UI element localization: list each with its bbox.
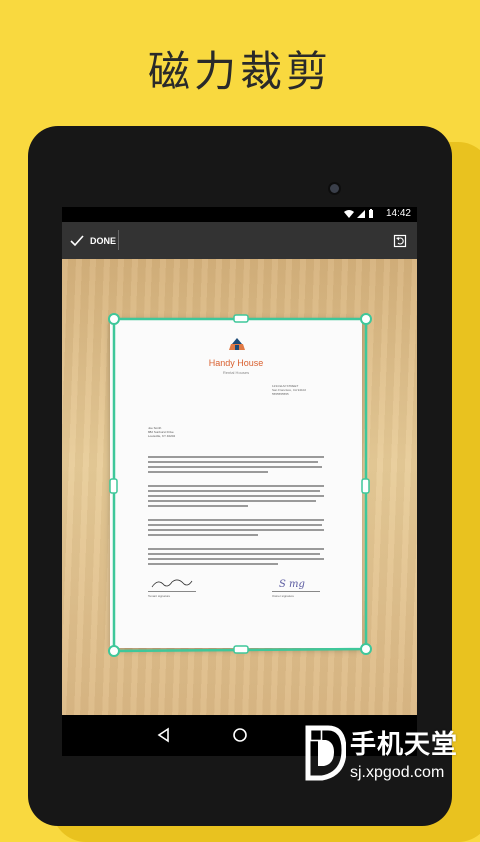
crop-outline [112, 317, 368, 653]
crop-edge-handle-top[interactable] [233, 314, 249, 323]
front-camera [328, 182, 341, 195]
crop-edge-handle-bottom[interactable] [233, 645, 249, 654]
nav-home-icon [233, 728, 247, 742]
crop-edge-handle-right[interactable] [361, 478, 370, 494]
status-icons [343, 209, 375, 222]
crop-edge-handle-left[interactable] [109, 478, 118, 494]
watermark-title: 手机天堂 [350, 730, 459, 760]
tablet-screen: 14:42 DONE Handy House Rental Houses 123… [62, 207, 417, 756]
crop-corner-handle-top-right[interactable] [360, 313, 372, 325]
done-label: DONE [90, 236, 117, 246]
watermark-url: sj.xpgod.com [350, 764, 445, 781]
rotate-button[interactable] [389, 230, 411, 252]
watermark: 手机天堂 sj.xpgod.com [300, 724, 470, 794]
wifi-battery-icon [344, 209, 373, 218]
crop-corner-handle-top-left[interactable] [108, 313, 120, 325]
crop-corner-handle-bottom-left[interactable] [108, 645, 120, 657]
toolbar-divider [118, 230, 119, 250]
nav-back-icon [157, 727, 169, 743]
nav-back-button[interactable] [154, 725, 174, 745]
crop-frame [108, 313, 372, 657]
check-icon [70, 235, 84, 247]
crop-corner-handle-bottom-right[interactable] [360, 643, 372, 655]
done-button[interactable]: DONE [70, 230, 116, 252]
rotate-icon [393, 234, 407, 248]
photo-canvas: Handy House Rental Houses 1234 ELM STREE… [62, 259, 417, 715]
status-time: 14:42 [385, 208, 411, 219]
nav-home-button[interactable] [230, 725, 250, 745]
action-toolbar: DONE [62, 222, 417, 259]
headline: 磁力裁剪 [147, 47, 332, 96]
watermark-logo-icon [305, 725, 346, 781]
status-bar: 14:42 [62, 207, 417, 222]
